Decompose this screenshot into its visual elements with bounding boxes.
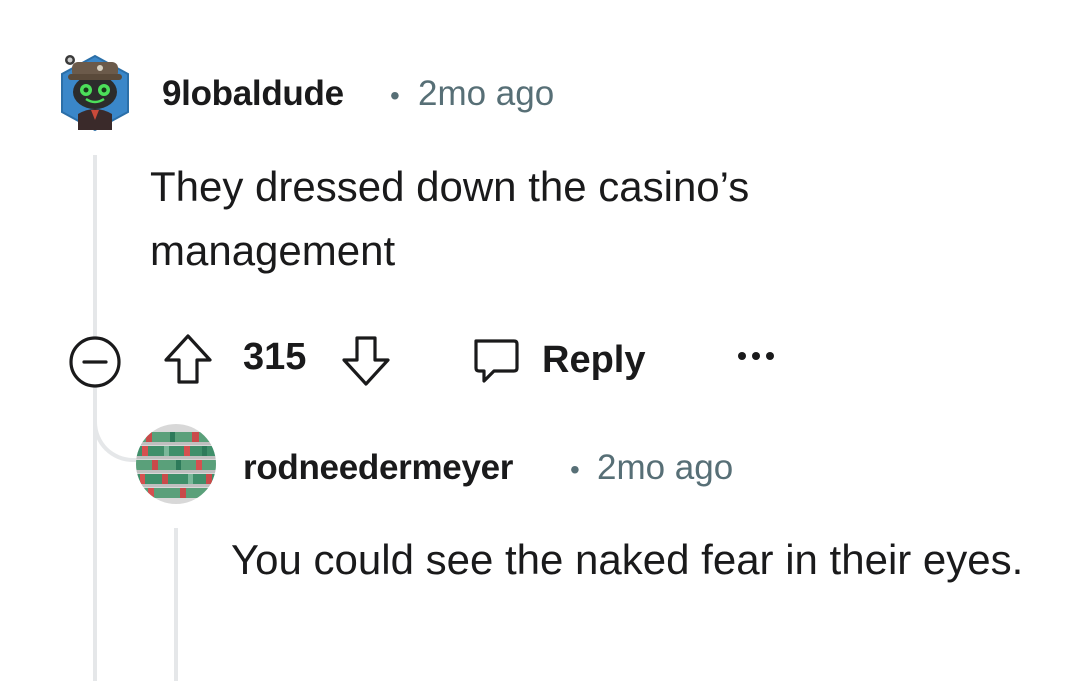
vote-score: 315 xyxy=(243,336,307,378)
reply-body: You could see the naked fear in their ey… xyxy=(231,536,1024,583)
avatar[interactable] xyxy=(58,48,132,134)
arrow-up-outline-icon xyxy=(164,334,212,384)
reply-timestamp[interactable]: 2mo ago xyxy=(597,448,733,488)
comment-username[interactable]: 9lobaldude xyxy=(162,74,344,114)
avatar-robot-icon xyxy=(61,54,129,132)
downvote-button[interactable] xyxy=(340,332,392,388)
collapse-button[interactable] xyxy=(68,335,122,389)
upvote-button[interactable] xyxy=(162,332,214,388)
reply-label: Reply xyxy=(542,338,646,381)
avatar-bookshelf-icon xyxy=(136,424,216,504)
thread-line-main[interactable] xyxy=(93,155,97,340)
thread-line-reply[interactable] xyxy=(174,528,178,681)
meta-separator: • xyxy=(570,454,580,485)
thread-connector xyxy=(93,380,137,462)
more-options-button[interactable] xyxy=(734,336,778,376)
reply-button[interactable]: Reply xyxy=(470,332,645,388)
reply-username[interactable]: rodneedermeyer xyxy=(243,448,513,488)
ellipsis-icon xyxy=(738,352,774,360)
minus-circle-icon xyxy=(69,336,121,388)
comment-body: They dressed down the casino’s managemen… xyxy=(150,163,750,274)
avatar[interactable] xyxy=(136,424,216,504)
speech-bubble-icon xyxy=(474,339,519,383)
arrow-down-outline-icon xyxy=(342,336,390,386)
meta-separator: • xyxy=(390,80,400,111)
comment-timestamp[interactable]: 2mo ago xyxy=(418,74,554,114)
